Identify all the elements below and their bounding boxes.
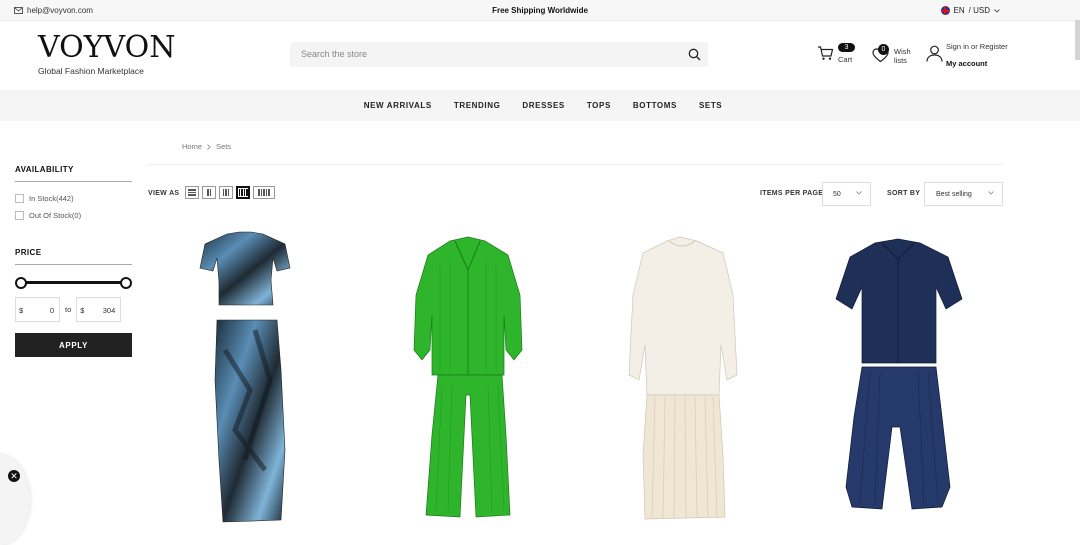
uk-flag-icon: [940, 6, 950, 15]
price-inputs: $ 0 to $ 304: [15, 297, 132, 322]
divider: [148, 164, 1003, 165]
cart-icon: [818, 46, 834, 60]
filter-sidebar: AVAILABILITY In Stock(442) Out Of Stock(…: [15, 165, 132, 357]
brand-logo[interactable]: VOYVON Global Fashion Marketplace: [38, 30, 176, 77]
currency-symbol: $: [19, 306, 24, 315]
nav-trending[interactable]: TRENDING: [454, 101, 501, 110]
nav-dresses[interactable]: DRESSES: [522, 101, 564, 110]
slider-min-handle[interactable]: [15, 277, 27, 289]
currency-symbol: $: [80, 306, 85, 315]
sort-by-select[interactable]: Best selling: [924, 182, 1003, 206]
search-icon[interactable]: [688, 48, 701, 61]
checkbox[interactable]: [15, 194, 24, 203]
wishlist-label: Wish lists: [894, 47, 911, 65]
price-min-value: 0: [49, 306, 54, 315]
product-card[interactable]: [830, 237, 1010, 542]
filter-in-stock[interactable]: In Stock(442): [15, 194, 132, 203]
close-icon[interactable]: ✕: [8, 470, 20, 482]
printed-skirt-set-image[interactable]: [195, 230, 295, 525]
nav-tops[interactable]: TOPS: [587, 101, 611, 110]
checkbox[interactable]: [15, 211, 24, 220]
language-text: EN: [953, 6, 965, 15]
slider-track: [18, 281, 129, 284]
search-input[interactable]: [299, 48, 683, 60]
currency-text: / USD: [968, 6, 990, 15]
price-max-value: 304: [102, 306, 116, 315]
grid-2-view-icon[interactable]: [202, 186, 216, 199]
chevron-right-icon: [207, 143, 211, 150]
signin-link[interactable]: Sign in: [946, 42, 969, 51]
apply-button[interactable]: APPLY: [15, 333, 132, 357]
wishlist-button[interactable]: 0 Wish lists: [872, 44, 911, 65]
list-view-icon[interactable]: [185, 186, 199, 199]
shipping-banner: Free Shipping Worldwide: [492, 6, 588, 15]
user-icon: [926, 45, 943, 62]
search-bar: [290, 42, 708, 67]
nav-sets[interactable]: SETS: [699, 101, 722, 110]
account-button[interactable]: Sign in or Register My account: [926, 43, 1008, 68]
cart-label: Cart: [838, 55, 853, 64]
brand-name: VOYVON: [38, 30, 176, 65]
grid-3-view-icon[interactable]: [219, 186, 233, 199]
grid-4-view-icon[interactable]: [236, 186, 250, 199]
sort-by-label: SORT BY: [887, 190, 921, 197]
breadcrumb-current: Sets: [216, 142, 232, 151]
my-account-label[interactable]: My account: [946, 59, 987, 68]
product-card[interactable]: [625, 235, 805, 540]
in-stock-label: In Stock(442): [29, 194, 74, 203]
main-nav: NEW ARRIVALS TRENDING DRESSES TOPS BOTTO…: [0, 90, 1080, 121]
breadcrumb: Home Sets: [182, 142, 231, 151]
chat-widget[interactable]: [0, 455, 30, 545]
product-card[interactable]: [195, 230, 375, 535]
chevron-down-icon: [994, 8, 1000, 13]
wishlist-count-badge: 0: [878, 44, 889, 55]
nav-bottoms[interactable]: BOTTOMS: [633, 101, 677, 110]
price-max-input[interactable]: $ 304: [76, 297, 122, 322]
view-as-label: VIEW AS: [148, 190, 180, 197]
slider-max-handle[interactable]: [120, 277, 132, 289]
chevron-down-icon: [856, 191, 862, 195]
product-toolbar: VIEW AS ITEMS PER PAGE 50 SORT BY Best s…: [148, 182, 1003, 206]
cart-count-badge: 3: [838, 43, 855, 52]
out-of-stock-label: Out Of Stock(0): [29, 211, 82, 220]
price-slider[interactable]: [15, 277, 132, 289]
price-title: PRICE: [15, 248, 132, 265]
items-per-page-label: ITEMS PER PAGE: [760, 190, 824, 197]
grid-5-view-icon[interactable]: [253, 186, 275, 199]
top-bar: help@voyvon.com Free Shipping Worldwide …: [0, 0, 1080, 21]
sort-by-value: Best selling: [936, 191, 972, 198]
header: VOYVON Global Fashion Marketplace 3 Cart…: [0, 21, 1080, 90]
chevron-down-icon: [988, 191, 994, 195]
availability-title: AVAILABILITY: [15, 165, 132, 182]
items-per-page-select[interactable]: 50: [822, 182, 871, 206]
nav-new-arrivals[interactable]: NEW ARRIVALS: [364, 101, 432, 110]
locale-selector[interactable]: EN / USD: [940, 6, 1000, 15]
to-label: to: [65, 305, 72, 314]
filter-out-of-stock[interactable]: Out Of Stock(0): [15, 211, 132, 220]
product-card[interactable]: [410, 235, 590, 540]
register-link[interactable]: or Register: [971, 42, 1008, 51]
breadcrumb-home[interactable]: Home: [182, 142, 202, 151]
price-min-input[interactable]: $ 0: [15, 297, 60, 322]
cream-sweater-skirt-set-image[interactable]: [625, 235, 740, 525]
cart-button[interactable]: 3 Cart: [817, 43, 855, 64]
signin-register-text: Sign in or Register: [946, 43, 1016, 51]
view-mode-group: [185, 186, 275, 199]
items-per-page-value: 50: [833, 191, 841, 198]
navy-shirt-shorts-set-image[interactable]: [830, 237, 965, 527]
brand-tagline: Global Fashion Marketplace: [38, 66, 144, 76]
green-pleated-set-image[interactable]: [410, 235, 525, 525]
